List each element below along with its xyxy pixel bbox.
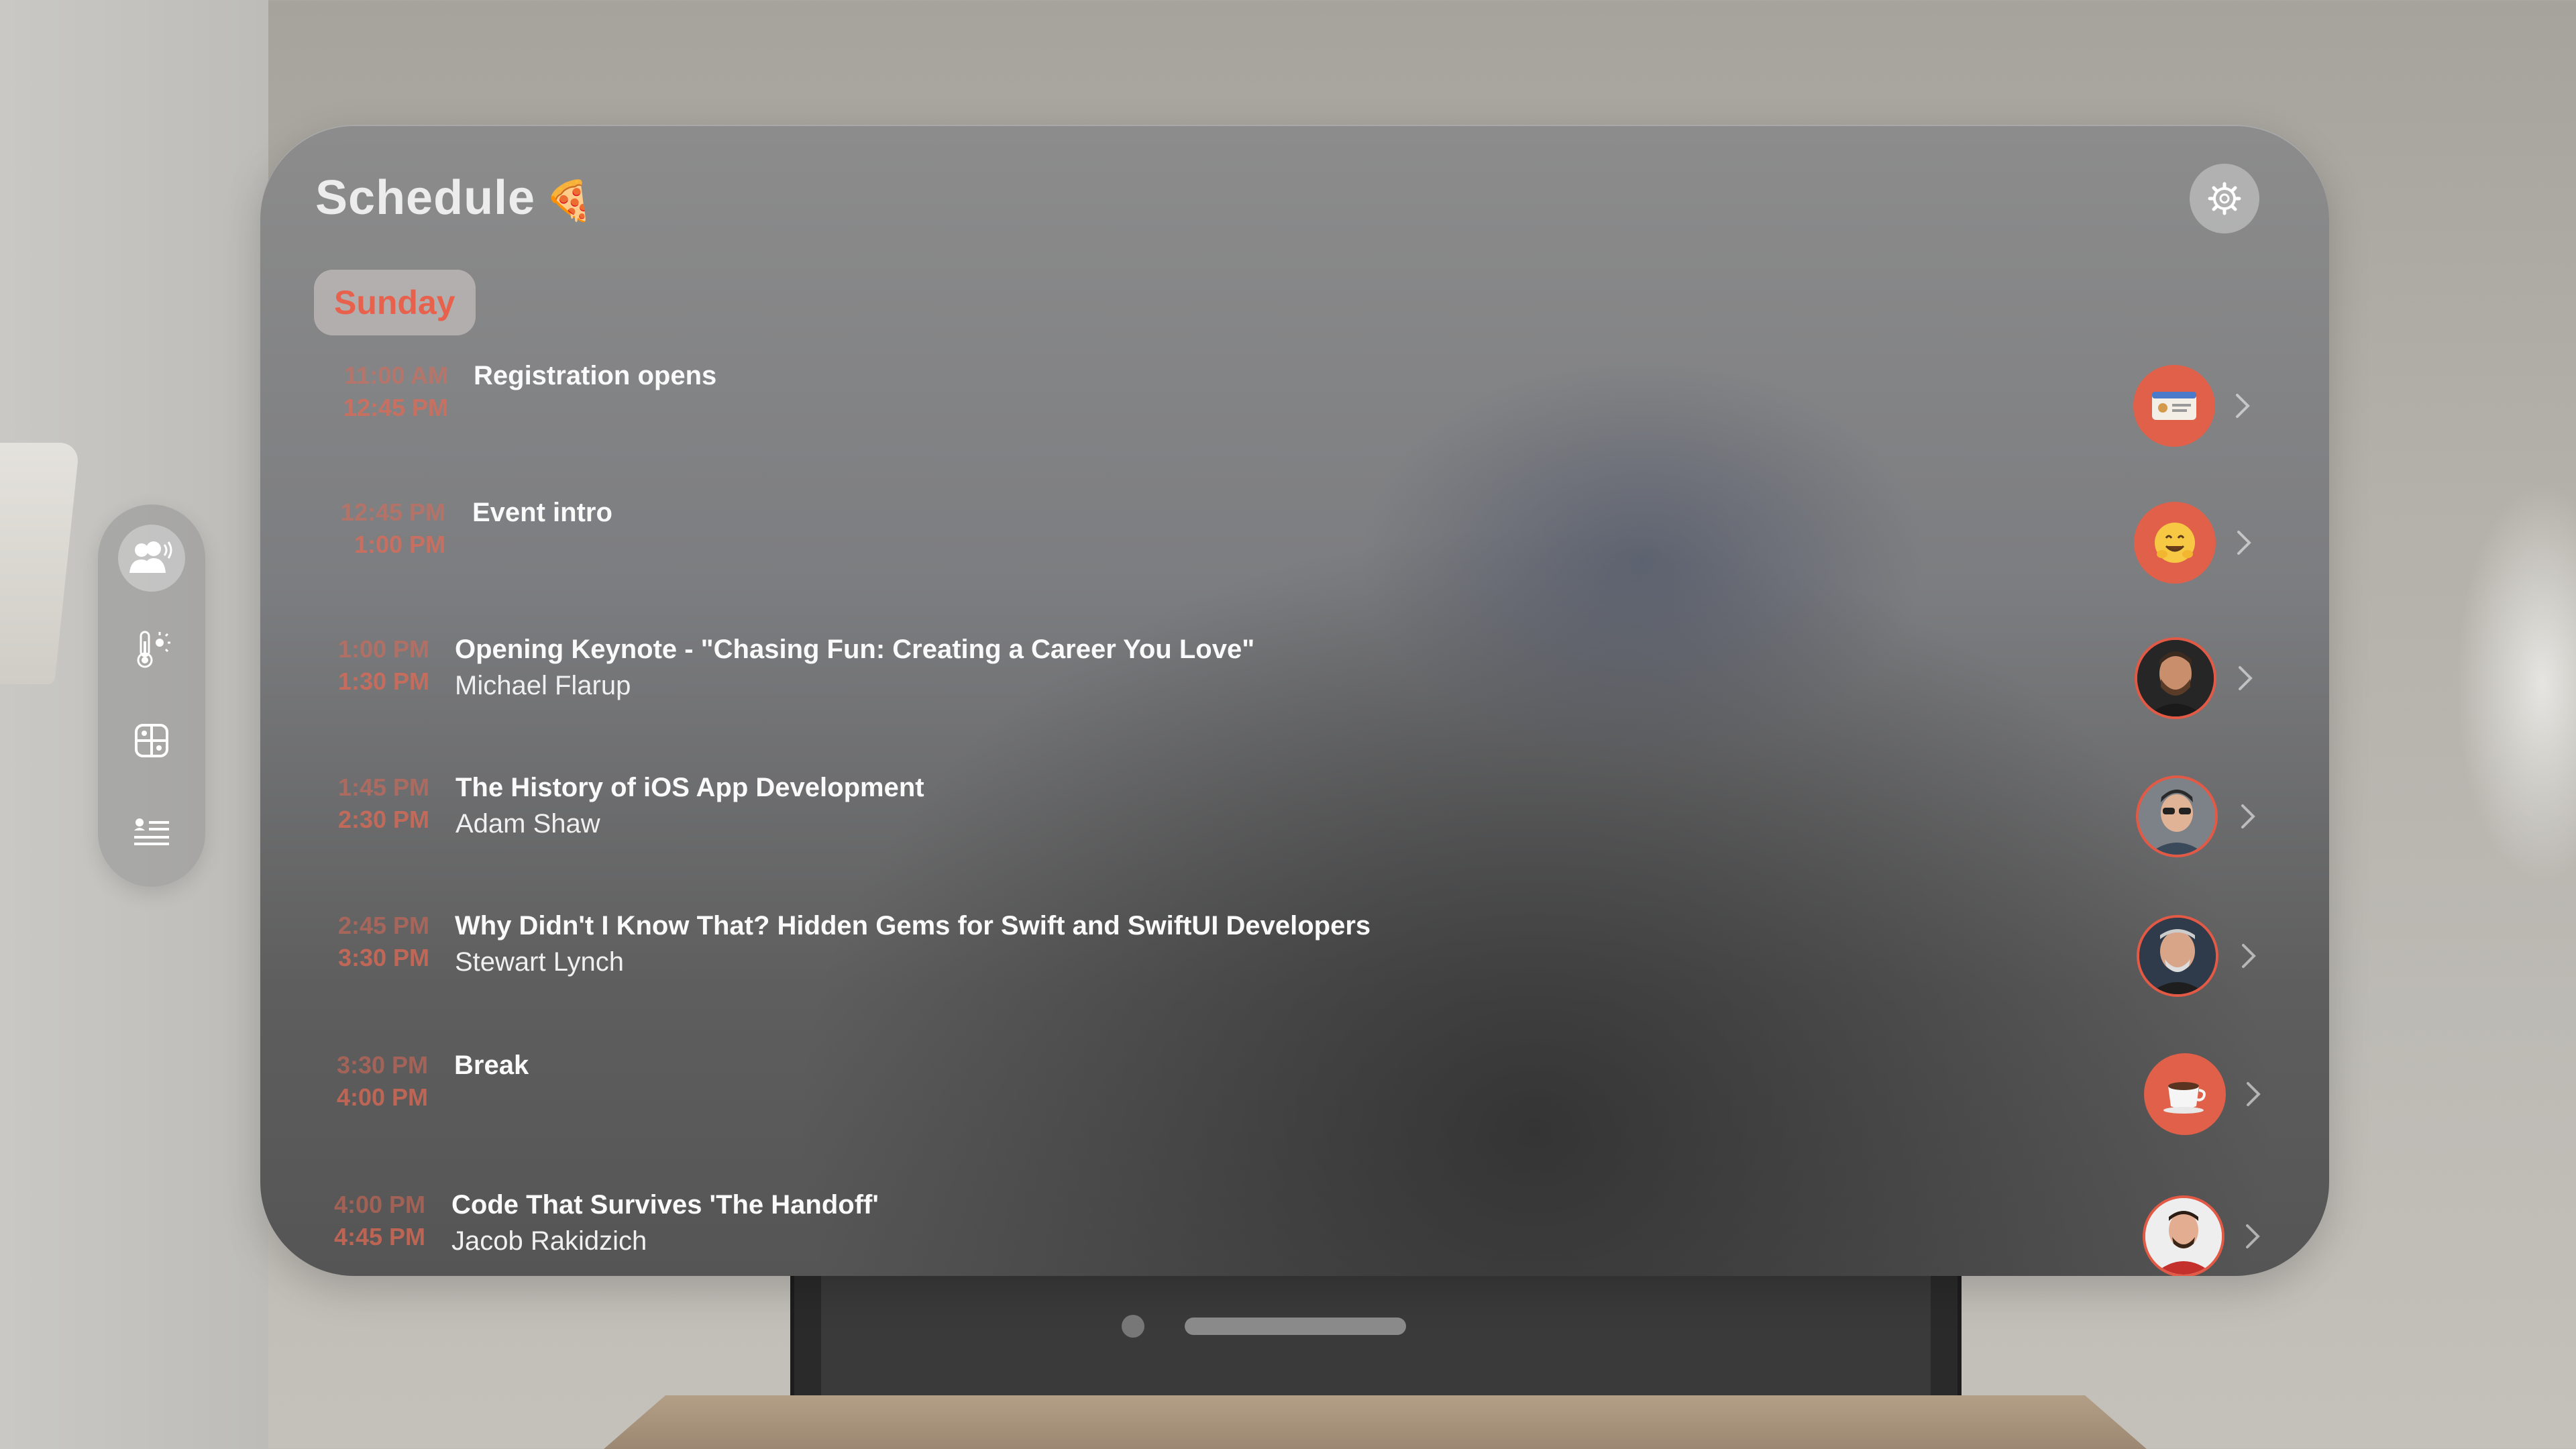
start-time: 11:00 AM: [344, 362, 448, 389]
schedule-row[interactable]: 1:00 PM 1:30 PM Opening Keynote - "Chasi…: [260, 633, 2329, 767]
schedule-row[interactable]: 11:00 AM 12:45 PM Registration opens: [260, 360, 2329, 494]
schedule-row[interactable]: 1:45 PM 2:30 PM The History of iOS App D…: [260, 771, 2329, 906]
speaker-photo: [2143, 1195, 2224, 1276]
sidebar-item-info[interactable]: [118, 798, 185, 865]
coffee-icon: [2163, 1082, 2206, 1114]
session-times: 12:45 PM 1:00 PM: [311, 496, 445, 561]
room-wall-right-object: [2455, 483, 2576, 885]
settings-button[interactable]: [2190, 164, 2259, 233]
page-title-text: Schedule: [315, 171, 536, 225]
people-speaking-icon: [129, 541, 172, 573]
start-time: 4:00 PM: [333, 1191, 425, 1218]
session-times: 4:00 PM 4:45 PM: [291, 1189, 425, 1253]
person-icon: [2139, 778, 2215, 855]
person-icon: [2145, 1198, 2222, 1275]
app-grid-icon: [135, 724, 168, 757]
start-time: 12:45 PM: [340, 498, 445, 526]
person-icon: [2137, 640, 2214, 716]
session-title: Registration opens: [474, 361, 717, 390]
session-title: Why Didn't I Know That? Hidden Gems for …: [455, 911, 1371, 941]
chevron-right-icon: [2247, 1082, 2261, 1106]
speaker-photo: [2136, 775, 2218, 857]
end-time: 3:30 PM: [337, 944, 429, 971]
tv-stand-panel: [821, 1261, 1931, 1418]
start-time: 1:45 PM: [337, 773, 429, 801]
speaker-name: Jacob Rakidzich: [451, 1226, 647, 1256]
session-avatar: [2144, 1053, 2226, 1135]
end-time: 4:00 PM: [336, 1083, 428, 1111]
chevron-right-icon: [2237, 531, 2251, 555]
chevron-right-icon: [2236, 394, 2250, 418]
session-title: The History of iOS App Development: [455, 773, 924, 802]
page-title: Schedule 🍕: [315, 170, 594, 225]
list-person-icon: [134, 818, 169, 845]
speaker-photo: [2135, 637, 2216, 719]
end-time: 2:30 PM: [337, 806, 429, 833]
schedule-window: Schedule 🍕 Sunday 11:00 AM 12:45 PM Regis…: [260, 125, 2329, 1276]
chevron-right-icon: [2242, 944, 2256, 968]
speaker-name: Stewart Lynch: [455, 947, 624, 977]
speaker-photo: [2137, 915, 2218, 997]
pizza-icon: 🍕: [545, 178, 594, 223]
sidebar-item-apps[interactable]: [118, 707, 185, 774]
chevron-right-icon: [2239, 666, 2253, 690]
start-time: 1:00 PM: [337, 635, 429, 663]
session-avatar: [2133, 365, 2215, 447]
window-grab-bar[interactable]: [1185, 1318, 1406, 1335]
session-times: 2:45 PM 3:30 PM: [295, 910, 429, 974]
sidebar-item-weather[interactable]: [118, 616, 185, 683]
session-times: 1:00 PM 1:30 PM: [295, 633, 429, 698]
chevron-right-icon: [2241, 804, 2255, 828]
chevron-right-icon: [2246, 1224, 2260, 1248]
speaker-name: Adam Shaw: [455, 809, 600, 839]
end-time: 12:45 PM: [343, 394, 448, 421]
id-card-icon: [2152, 392, 2196, 420]
end-time: 4:45 PM: [333, 1223, 425, 1250]
gear-icon: [2208, 182, 2241, 215]
thermometer-sun-icon: [137, 631, 170, 668]
session-times: 1:45 PM 2:30 PM: [295, 771, 429, 836]
schedule-row[interactable]: 3:30 PM 4:00 PM Break: [260, 1049, 2329, 1183]
day-tab-sunday[interactable]: Sunday: [314, 270, 476, 335]
speaker-name: Michael Flarup: [455, 671, 631, 700]
end-time: 1:00 PM: [354, 531, 445, 558]
session-title: Opening Keynote - "Chasing Fun: Creating…: [455, 635, 1255, 664]
start-time: 2:45 PM: [337, 912, 429, 939]
hugging-face-emoji-icon: [2155, 523, 2195, 563]
session-title: Event intro: [472, 498, 612, 527]
session-times: 11:00 AM 12:45 PM: [314, 360, 448, 424]
session-title: Code That Survives 'The Handoff': [451, 1190, 879, 1220]
sidebar-ornament: [98, 504, 205, 887]
schedule-row[interactable]: 2:45 PM 3:30 PM Why Didn't I Know That? …: [260, 910, 2329, 1044]
schedule-row[interactable]: 4:00 PM 4:45 PM Code That Survives 'The …: [260, 1189, 2329, 1276]
session-title: Break: [454, 1051, 529, 1080]
person-icon: [2139, 918, 2216, 994]
schedule-row[interactable]: 12:45 PM 1:00 PM Event intro: [260, 496, 2329, 631]
wooden-shelf: [604, 1395, 2147, 1449]
session-avatar: [2134, 502, 2216, 584]
end-time: 1:30 PM: [337, 667, 429, 695]
sidebar-item-speakers[interactable]: [118, 525, 185, 592]
start-time: 3:30 PM: [336, 1051, 428, 1079]
window-close-dot[interactable]: [1122, 1315, 1144, 1338]
session-times: 3:30 PM 4:00 PM: [294, 1049, 428, 1114]
